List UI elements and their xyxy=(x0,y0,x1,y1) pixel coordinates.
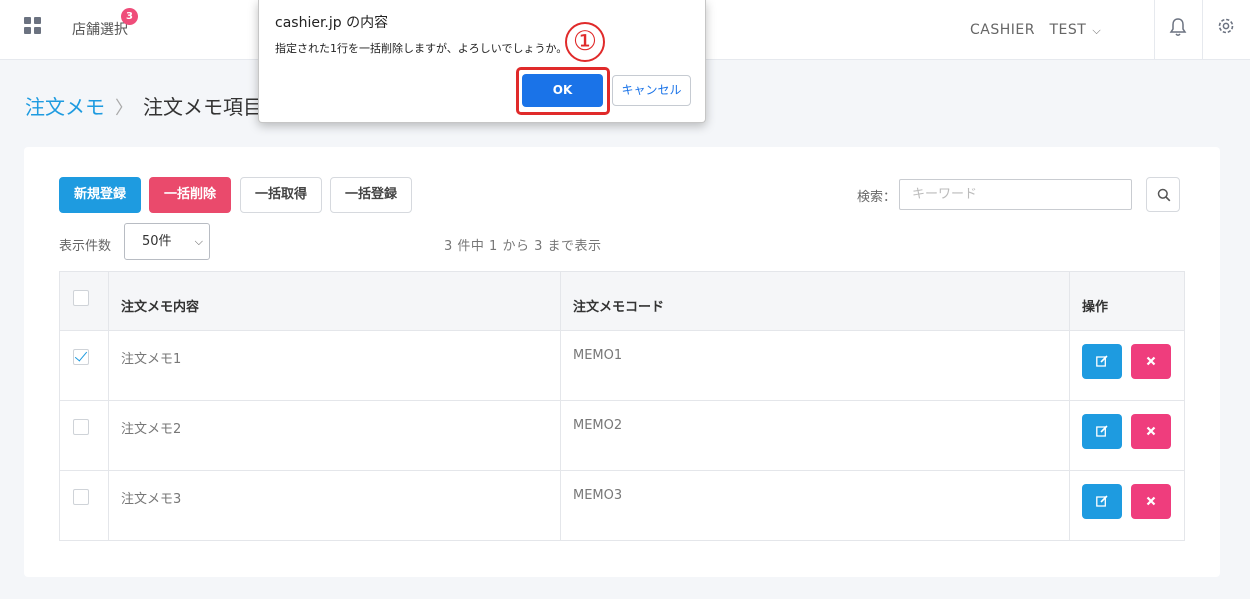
dialog-title: cashier.jp の内容 xyxy=(275,15,389,31)
dialog-cancel-button[interactable]: キャンセル xyxy=(612,75,691,106)
confirm-dialog: cashier.jp の内容 指定された1行を一括削除しますが、よろしいでしょう… xyxy=(258,0,706,123)
chevron-down-icon: ⌵ xyxy=(1092,24,1102,37)
pagination-info: 3 件中 1 から 3 まで表示 xyxy=(444,239,602,254)
search-label: 検索： xyxy=(857,190,897,205)
column-header-code[interactable]: 注文メモコード xyxy=(573,296,664,315)
gear-icon[interactable] xyxy=(1216,16,1236,36)
new-register-button[interactable]: 新規登録 xyxy=(59,177,141,213)
edit-icon xyxy=(1096,425,1108,437)
breadcrumb: 注文メモ〉注文メモ項目 xyxy=(25,92,263,122)
dialog-message: 指定された1行を一括削除しますが、よろしいでしょうか。 xyxy=(275,42,568,55)
page-size-label: 表示件数 xyxy=(59,239,112,254)
search-input[interactable] xyxy=(899,179,1132,210)
content-card: 新規登録 一括削除 一括取得 一括登録 検索： 表示件数 50件 ⌵ 3 件中 … xyxy=(24,147,1220,577)
delete-button[interactable] xyxy=(1131,414,1171,449)
table-row: 注文メモ2 MEMO2 xyxy=(60,400,1184,470)
close-icon xyxy=(1146,426,1156,436)
memo-content-cell: 注文メモ1 xyxy=(121,352,182,367)
bulk-register-button[interactable]: 一括登録 xyxy=(330,177,412,213)
memo-code-cell: MEMO2 xyxy=(573,418,623,433)
store-select-link[interactable]: 店舗選択 xyxy=(72,19,128,39)
store-count-badge: 3 xyxy=(121,8,138,25)
breadcrumb-parent-link[interactable]: 注文メモ xyxy=(25,95,105,119)
edit-icon xyxy=(1096,495,1108,507)
search-icon xyxy=(1157,188,1171,202)
memo-content-cell: 注文メモ2 xyxy=(121,422,182,437)
header-divider xyxy=(1154,0,1155,60)
bulk-delete-button[interactable]: 一括削除 xyxy=(149,177,231,213)
memo-code-cell: MEMO1 xyxy=(573,348,623,363)
column-header-actions: 操作 xyxy=(1082,300,1109,315)
user-name: CASHIER TEST xyxy=(970,22,1087,38)
row-checkbox[interactable] xyxy=(73,489,89,505)
dialog-ok-button[interactable]: OK xyxy=(522,74,603,107)
step-annotation: ① xyxy=(565,22,605,62)
edit-button[interactable] xyxy=(1082,414,1122,449)
column-header-content[interactable]: 注文メモ内容 xyxy=(121,296,199,315)
bulk-get-button[interactable]: 一括取得 xyxy=(240,177,322,213)
search-button[interactable] xyxy=(1146,177,1180,212)
edit-button[interactable] xyxy=(1082,484,1122,519)
edit-icon xyxy=(1096,355,1108,367)
memo-code-cell: MEMO3 xyxy=(573,488,623,503)
page-size-value: 50件 xyxy=(142,234,172,249)
close-icon xyxy=(1146,496,1156,506)
edit-button[interactable] xyxy=(1082,344,1122,379)
table-header-row: 注文メモ内容 注文メモコード 操作 xyxy=(60,272,1184,330)
bell-icon[interactable] xyxy=(1169,17,1187,37)
delete-button[interactable] xyxy=(1131,344,1171,379)
header-divider xyxy=(1202,0,1203,60)
close-icon xyxy=(1146,356,1156,366)
select-all-checkbox[interactable] xyxy=(73,290,89,306)
memo-content-cell: 注文メモ3 xyxy=(121,492,182,507)
user-menu[interactable]: CASHIER TEST ⌵ xyxy=(970,19,1101,39)
memo-table: 注文メモ内容 注文メモコード 操作 注文メモ1 MEMO1 注文メモ2 MEMO… xyxy=(59,271,1185,541)
table-row: 注文メモ3 MEMO3 xyxy=(60,470,1184,540)
app-grid-icon[interactable] xyxy=(24,17,42,35)
page-title: 注文メモ項目 xyxy=(143,95,263,119)
page-size-select[interactable]: 50件 ⌵ xyxy=(124,223,210,260)
table-row: 注文メモ1 MEMO1 xyxy=(60,330,1184,400)
delete-button[interactable] xyxy=(1131,484,1171,519)
breadcrumb-separator: 〉 xyxy=(115,98,133,119)
row-checkbox[interactable] xyxy=(73,419,89,435)
row-checkbox[interactable] xyxy=(73,349,89,365)
chevron-down-icon: ⌵ xyxy=(194,235,203,248)
